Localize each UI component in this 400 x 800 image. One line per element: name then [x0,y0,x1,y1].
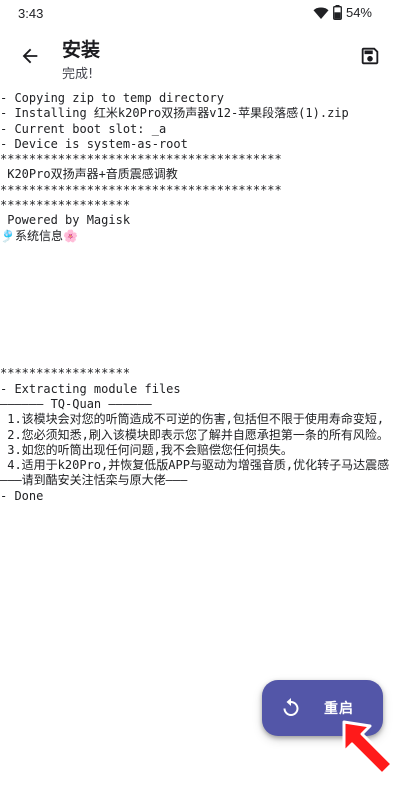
page-subtitle: 完成! [62,67,94,82]
page-title: 安装 [62,39,101,61]
back-button[interactable] [12,40,48,76]
status-icons: 54% [313,5,372,20]
save-icon [359,45,381,71]
log-line: K20Pro双扬声器+音质震感调教 [0,167,178,182]
save-log-button[interactable] [352,40,388,76]
log-line: *************************************** [0,152,282,167]
battery-percent: 54% [345,5,372,20]
status-time: 3:43 [18,6,44,21]
log-line: 4.适用于k20Pro,并恢复低版APP与驱动为增强音质,优化转子马达震感 [0,458,390,473]
log-line: —————— TQ-Quan —————— [0,396,152,411]
restart-icon [279,696,303,720]
log-line: 2.您必须知悉,刷入该模块即表示您了解并自愿承担第一条的所有风险。 [0,427,389,442]
wifi-icon [313,6,329,20]
battery-icon [333,5,342,20]
log-line: - Device is system-as-root [0,136,188,151]
log-line: ———请到酷安关注恬栾与原大佬——— [0,473,188,488]
arrow-back-icon [19,45,41,71]
log-line: - Installing 红米k20Pro双扬声器v12-苹果段落感(1).zi… [0,106,349,121]
red-pointer-arrow-icon [340,718,396,776]
log-line: 1.该模块会对您的听筒造成不可逆的伤害,包括但不限于使用寿命变短, [0,412,385,427]
log-line: ****************** [0,366,131,381]
reboot-button-label: 重启 [324,701,354,717]
log-line: - Extracting module files [0,381,181,396]
install-log[interactable]: - Copying zip to temp directory - Install… [0,91,400,651]
log-line: - Current boot slot: _a [0,121,167,136]
log-line: 🎐系统信息🌸 [0,228,78,243]
top-app-bar: 安装 完成! [0,30,400,86]
status-bar: 3:43 54% [0,0,400,30]
log-line: ****************** [0,198,131,213]
log-line: - Copying zip to temp directory [0,91,224,105]
log-line: 3.如您的听筒出现任何问题,我不会赔偿您任何损失。 [0,442,293,457]
log-line: Powered by Magisk [0,213,131,228]
log-line: *************************************** [0,182,282,197]
log-line: - Done [0,488,44,503]
magisk-install-screen: 3:43 54% 安装 完成! - Copying zip to temp di… [0,0,400,800]
